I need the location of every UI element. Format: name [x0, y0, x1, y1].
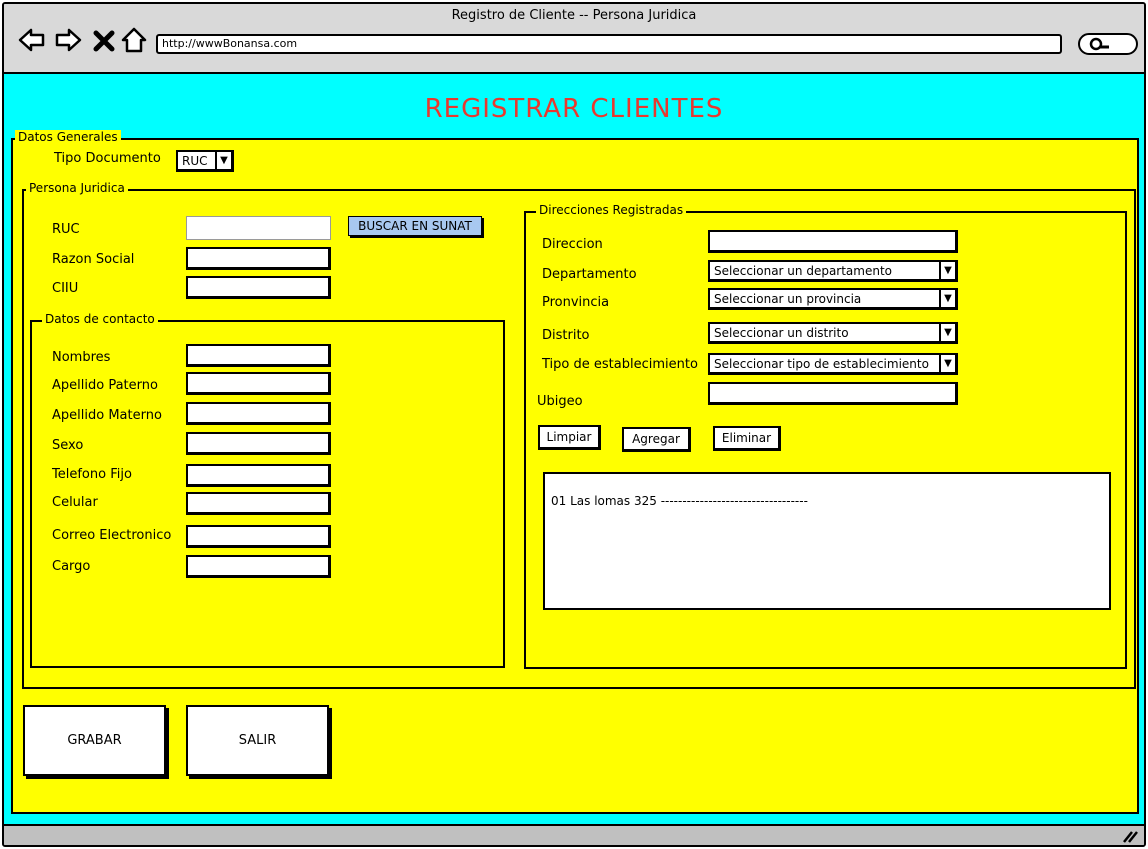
tipo-establecimiento-label: Tipo de establecimiento [542, 357, 698, 372]
browser-window: Registro de Cliente -- Persona Juridica … [2, 2, 1146, 847]
departamento-select[interactable]: Seleccionar un departamento ▼ [708, 260, 958, 282]
apellido-materno-input[interactable] [186, 402, 331, 425]
provincia-value: Seleccionar un provincia [714, 292, 862, 306]
persona-juridica-group: Persona Juridica RUC BUSCAR EN SUNAT Raz… [22, 181, 1136, 689]
dropdown-arrow-icon: ▼ [939, 324, 955, 341]
window-title: Registro de Cliente -- Persona Juridica [451, 8, 697, 23]
ubigeo-input[interactable] [708, 382, 958, 405]
home-icon[interactable] [120, 26, 148, 54]
ubigeo-label: Ubigeo [537, 394, 583, 409]
nombres-input[interactable] [186, 344, 331, 367]
tipo-documento-label: Tipo Documento [54, 151, 161, 166]
nombres-label: Nombres [52, 350, 111, 365]
distrito-label: Distrito [542, 328, 590, 343]
browser-titlebar: Registro de Cliente -- Persona Juridica … [4, 4, 1144, 74]
apellido-materno-label: Apellido Materno [52, 408, 162, 423]
resize-grip-icon[interactable] [1120, 829, 1138, 843]
razon-social-input[interactable] [186, 247, 331, 270]
forward-arrow-icon[interactable] [54, 26, 82, 54]
back-arrow-icon[interactable] [18, 26, 46, 54]
eliminar-button[interactable]: Eliminar [713, 426, 781, 451]
ruc-input[interactable] [186, 216, 331, 240]
ciiu-input[interactable] [186, 276, 331, 299]
direccion-input[interactable] [708, 230, 958, 253]
cargo-label: Cargo [52, 559, 91, 574]
address-bar[interactable]: http://wwwBonansa.com [156, 34, 1062, 54]
cargo-input[interactable] [186, 555, 331, 578]
buscar-sunat-button[interactable]: BUSCAR EN SUNAT [348, 216, 482, 236]
status-bar [4, 824, 1144, 845]
agregar-button[interactable]: Agregar [622, 427, 691, 452]
direcciones-group: Direcciones Registradas Direccion Depart… [524, 203, 1127, 669]
magnifier-icon [1089, 37, 1109, 51]
datos-contacto-legend: Datos de contacto [42, 312, 158, 326]
telefono-fijo-label: Telefono Fijo [52, 467, 132, 482]
limpiar-button[interactable]: Limpiar [538, 425, 601, 450]
sexo-label: Sexo [52, 438, 84, 453]
dropdown-arrow-icon: ▼ [939, 290, 955, 307]
correo-electronico-input[interactable] [186, 525, 331, 548]
dropdown-arrow-icon: ▼ [939, 262, 955, 279]
page-heading: REGISTRAR CLIENTES [424, 94, 724, 124]
distrito-select[interactable]: Seleccionar un distrito ▼ [708, 322, 958, 344]
list-item[interactable]: 01 Las lomas 325 -----------------------… [551, 494, 808, 508]
tipo-documento-select[interactable]: RUC ▼ [176, 150, 234, 172]
provincia-label: Pronvincia [542, 295, 610, 310]
apellido-paterno-input[interactable] [186, 372, 331, 395]
datos-contacto-group: Datos de contacto Nombres Apellido Pater… [30, 312, 505, 668]
departamento-value: Seleccionar un departamento [714, 264, 893, 278]
apellido-paterno-label: Apellido Paterno [52, 378, 158, 393]
telefono-fijo-input[interactable] [186, 464, 331, 487]
direcciones-legend: Direcciones Registradas [536, 203, 687, 217]
main-form-panel: Datos Generales Tipo Documento RUC ▼ Per… [11, 130, 1139, 814]
dropdown-arrow-icon: ▼ [939, 355, 955, 372]
datos-generales-legend: Datos Generales [15, 130, 121, 144]
tipo-establecimiento-value: Seleccionar tipo de establecimiento [714, 357, 929, 371]
provincia-select[interactable]: Seleccionar un provincia ▼ [708, 288, 958, 310]
correo-electronico-label: Correo Electronico [52, 528, 172, 543]
departamento-label: Departamento [542, 267, 637, 282]
ciiu-label: CIIU [52, 281, 79, 296]
stop-x-icon[interactable] [92, 26, 116, 54]
celular-label: Celular [52, 495, 98, 510]
page-content: REGISTRAR CLIENTES Datos Generales Tipo … [4, 74, 1144, 824]
salir-button[interactable]: SALIR [186, 705, 329, 776]
celular-input[interactable] [186, 492, 331, 515]
razon-social-label: Razon Social [52, 252, 135, 267]
persona-juridica-legend: Persona Juridica [26, 181, 128, 195]
grabar-button[interactable]: GRABAR [23, 705, 166, 776]
tipo-documento-value: RUC [182, 154, 208, 168]
browser-search-button[interactable] [1078, 33, 1138, 55]
ruc-label: RUC [52, 222, 80, 237]
direcciones-list[interactable]: 01 Las lomas 325 -----------------------… [543, 472, 1111, 610]
tipo-establecimiento-select[interactable]: Seleccionar tipo de establecimiento ▼ [708, 353, 958, 375]
direccion-label: Direccion [542, 237, 603, 252]
dropdown-arrow-icon: ▼ [215, 152, 231, 169]
distrito-value: Seleccionar un distrito [714, 326, 849, 340]
sexo-input[interactable] [186, 432, 331, 455]
